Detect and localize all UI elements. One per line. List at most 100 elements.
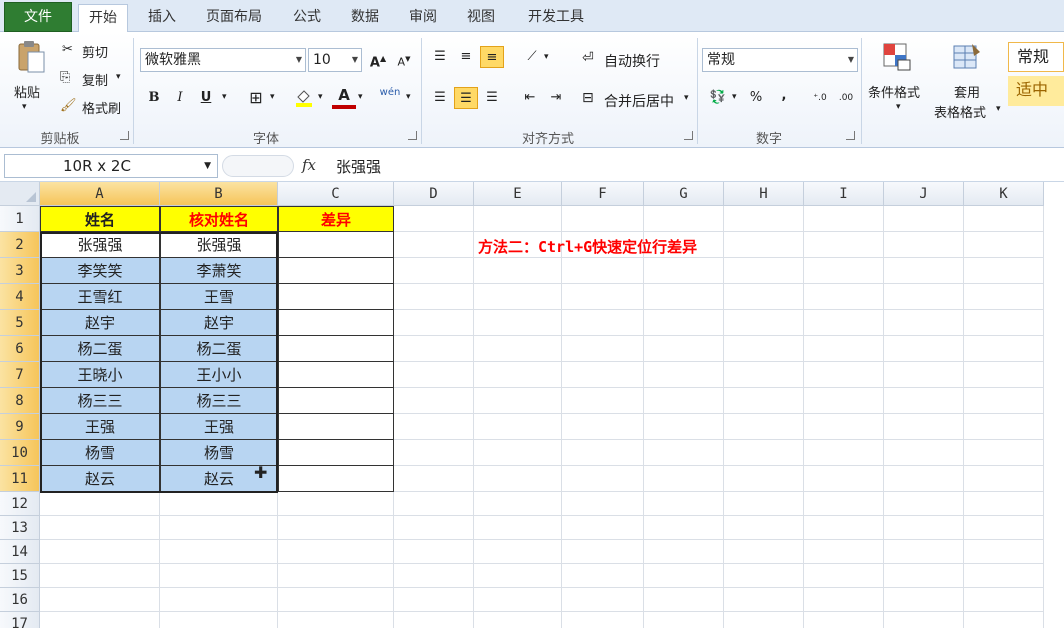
cell-f10[interactable] xyxy=(562,440,644,466)
row-header-5[interactable]: 5 xyxy=(0,310,40,336)
cell-d1[interactable] xyxy=(394,206,474,232)
paste-button[interactable]: 粘贴 xyxy=(14,82,40,101)
phonetic-icon[interactable]: wén xyxy=(378,87,402,109)
row-header-15[interactable]: 15 xyxy=(0,564,40,588)
cell-a7[interactable]: 王晓小 xyxy=(40,362,160,388)
cell-i9[interactable] xyxy=(804,414,884,440)
row-header-11[interactable]: 11 xyxy=(0,466,40,492)
cell-k16[interactable] xyxy=(964,588,1044,612)
cell-g4[interactable] xyxy=(644,284,724,310)
increase-indent-icon[interactable]: ⇥ xyxy=(544,87,568,109)
align-top-icon[interactable]: ☰ xyxy=(428,46,452,68)
cell-c13[interactable] xyxy=(278,516,394,540)
cell-h17[interactable] xyxy=(724,612,804,628)
column-header-c[interactable]: C xyxy=(278,182,394,206)
row-header-9[interactable]: 9 xyxy=(0,414,40,440)
name-box[interactable]: 10R x 2C ▼ xyxy=(4,154,218,178)
cell-i13[interactable] xyxy=(804,516,884,540)
format-painter-icon[interactable]: 🖌 xyxy=(60,98,77,113)
row-header-8[interactable]: 8 xyxy=(0,388,40,414)
font-name-select[interactable]: 微软雅黑 ▼ xyxy=(140,48,306,72)
cell-k2[interactable] xyxy=(964,232,1044,258)
column-header-f[interactable]: F xyxy=(562,182,644,206)
cell-e5[interactable] xyxy=(474,310,562,336)
align-left-icon[interactable]: ☰ xyxy=(428,87,452,109)
cell-d10[interactable] xyxy=(394,440,474,466)
cell-c14[interactable] xyxy=(278,540,394,564)
cell-b9[interactable]: 王强 xyxy=(160,414,278,440)
cell-d15[interactable] xyxy=(394,564,474,588)
cell-i14[interactable] xyxy=(804,540,884,564)
cut-button[interactable]: 剪切 xyxy=(82,42,108,61)
tab-review[interactable]: 审阅 xyxy=(400,4,446,32)
cell-h16[interactable] xyxy=(724,588,804,612)
cell-k6[interactable] xyxy=(964,336,1044,362)
table-format-button-line1[interactable]: 套用 xyxy=(954,82,980,101)
cell-b12[interactable] xyxy=(160,492,278,516)
cell-e7[interactable] xyxy=(474,362,562,388)
cell-k10[interactable] xyxy=(964,440,1044,466)
conditional-format-icon[interactable] xyxy=(882,42,912,72)
cell-c6[interactable] xyxy=(278,336,394,362)
cell-h12[interactable] xyxy=(724,492,804,516)
comma-button[interactable]: , xyxy=(772,85,796,107)
cell-i2[interactable] xyxy=(804,232,884,258)
cell-h13[interactable] xyxy=(724,516,804,540)
cell-h15[interactable] xyxy=(724,564,804,588)
conditional-format-button[interactable]: 条件格式 xyxy=(868,82,920,101)
cell-f14[interactable] xyxy=(562,540,644,564)
cell-c2[interactable] xyxy=(278,232,394,258)
font-color-dropdown-icon[interactable]: ▾ xyxy=(358,92,363,102)
cell-b13[interactable] xyxy=(160,516,278,540)
cell-e12[interactable] xyxy=(474,492,562,516)
cell-a12[interactable] xyxy=(40,492,160,516)
tab-data[interactable]: 数据 xyxy=(342,4,388,32)
cell-f5[interactable] xyxy=(562,310,644,336)
cell-i4[interactable] xyxy=(804,284,884,310)
cell-e10[interactable] xyxy=(474,440,562,466)
cell-b16[interactable] xyxy=(160,588,278,612)
cell-g12[interactable] xyxy=(644,492,724,516)
cell-k17[interactable] xyxy=(964,612,1044,628)
cell-b8[interactable]: 杨三三 xyxy=(160,388,278,414)
cell-k5[interactable] xyxy=(964,310,1044,336)
orientation-icon[interactable]: ⟋ xyxy=(520,46,544,68)
tab-view[interactable]: 视图 xyxy=(458,4,504,32)
cell-f8[interactable] xyxy=(562,388,644,414)
cell-h14[interactable] xyxy=(724,540,804,564)
cell-j12[interactable] xyxy=(884,492,964,516)
select-all-corner[interactable] xyxy=(0,182,40,206)
cell-j13[interactable] xyxy=(884,516,964,540)
cell-e4[interactable] xyxy=(474,284,562,310)
tab-insert[interactable]: 插入 xyxy=(138,4,186,32)
cell-b3[interactable]: 李萧笑 xyxy=(160,258,278,284)
cell-i12[interactable] xyxy=(804,492,884,516)
cell-f17[interactable] xyxy=(562,612,644,628)
cell-i5[interactable] xyxy=(804,310,884,336)
cell-d17[interactable] xyxy=(394,612,474,628)
cell-j7[interactable] xyxy=(884,362,964,388)
alignment-launcher-icon[interactable] xyxy=(684,131,693,140)
cell-g1[interactable] xyxy=(644,206,724,232)
cell-c7[interactable] xyxy=(278,362,394,388)
cell-d14[interactable] xyxy=(394,540,474,564)
cell-h5[interactable] xyxy=(724,310,804,336)
cell-g17[interactable] xyxy=(644,612,724,628)
cell-j9[interactable] xyxy=(884,414,964,440)
currency-dropdown-icon[interactable]: ▾ xyxy=(732,92,737,102)
cell-e15[interactable] xyxy=(474,564,562,588)
cell-g5[interactable] xyxy=(644,310,724,336)
cell-e11[interactable] xyxy=(474,466,562,492)
cell-k8[interactable] xyxy=(964,388,1044,414)
formula-bar-grip[interactable] xyxy=(222,155,294,177)
cell-c17[interactable] xyxy=(278,612,394,628)
cell-g14[interactable] xyxy=(644,540,724,564)
column-header-k[interactable]: K xyxy=(964,182,1044,206)
cell-g15[interactable] xyxy=(644,564,724,588)
orientation-dropdown-icon[interactable]: ▾ xyxy=(544,52,549,62)
cell-i16[interactable] xyxy=(804,588,884,612)
row-header-2[interactable]: 2 xyxy=(0,232,40,258)
insert-function-icon[interactable]: fx xyxy=(302,156,316,174)
grow-font-button[interactable]: A▲ xyxy=(366,48,390,70)
font-size-select[interactable]: 10 ▼ xyxy=(308,48,362,72)
